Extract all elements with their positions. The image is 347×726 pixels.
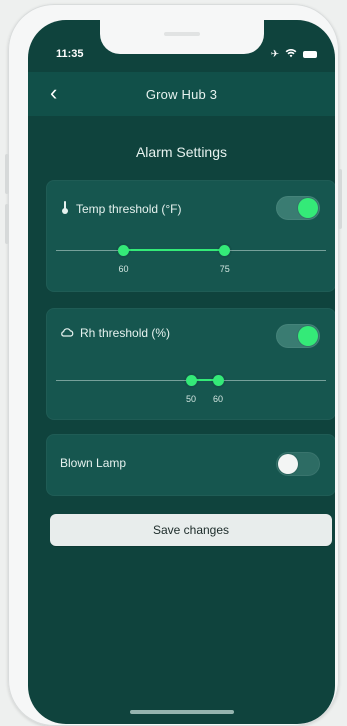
save-changes-button[interactable]: Save changes xyxy=(50,514,332,546)
status-icons: ✈ xyxy=(271,48,317,61)
back-button[interactable]: ‹ xyxy=(50,82,57,104)
slider-range xyxy=(123,249,225,251)
rh-threshold-text: Rh threshold (%) xyxy=(80,326,171,340)
device-notch xyxy=(100,20,264,54)
section-title: Alarm Settings xyxy=(135,144,228,160)
rh-threshold-card: Rh threshold (%) 50 60 xyxy=(46,308,335,420)
side-button xyxy=(5,154,9,194)
temp-threshold-label: Temp threshold (°F) xyxy=(60,200,182,217)
toggle-knob xyxy=(298,326,318,346)
temp-threshold-toggle[interactable] xyxy=(276,196,320,220)
slider-handle-high[interactable] xyxy=(212,375,224,386)
battery-icon xyxy=(303,51,317,58)
wifi-icon xyxy=(285,48,297,61)
side-button xyxy=(5,204,9,244)
home-indicator xyxy=(130,710,234,714)
toggle-knob xyxy=(278,454,298,474)
slider-tick-high: 75 xyxy=(219,264,230,274)
slider-tick-low: 60 xyxy=(118,264,129,274)
page-title: Grow Hub 3 xyxy=(145,86,218,102)
blown-lamp-label: Blown Lamp xyxy=(60,456,127,470)
slider-handle-low[interactable] xyxy=(185,375,197,386)
status-bar: 11:35 ✈ xyxy=(28,20,335,64)
status-time: 11:35 xyxy=(56,48,84,60)
phone-frame: 11:35 ✈ ‹ Grow Hub 3 Alarm Settings Temp… xyxy=(5,4,342,726)
toggle-knob xyxy=(298,198,318,218)
rh-threshold-toggle[interactable] xyxy=(276,324,320,348)
chevron-left-icon: ‹ xyxy=(50,80,58,105)
temp-range-slider[interactable]: 60 75 xyxy=(56,240,326,274)
airplane-icon: ✈ xyxy=(270,48,279,60)
speaker-grille xyxy=(164,32,200,36)
blown-lamp-toggle[interactable] xyxy=(276,452,320,476)
rh-range-slider[interactable]: 50 60 xyxy=(56,370,326,404)
temp-threshold-text: Temp threshold (°F) xyxy=(76,201,182,216)
top-bar: ‹ Grow Hub 3 xyxy=(28,72,335,116)
slider-handle-high[interactable] xyxy=(219,245,231,256)
thermometer-icon xyxy=(60,200,70,217)
rh-threshold-label: Rh threshold (%) xyxy=(60,326,170,340)
temp-threshold-card: Temp threshold (°F) 60 75 xyxy=(46,180,335,292)
app-screen: 11:35 ✈ ‹ Grow Hub 3 Alarm Settings Temp… xyxy=(28,20,335,724)
slider-tick-high: 60 xyxy=(212,394,224,404)
slider-tick-low: 50 xyxy=(185,394,197,404)
blown-lamp-card: Blown Lamp xyxy=(46,434,335,496)
side-button xyxy=(338,169,342,229)
cloud-icon xyxy=(60,326,74,340)
slider-handle-low[interactable] xyxy=(118,245,129,256)
